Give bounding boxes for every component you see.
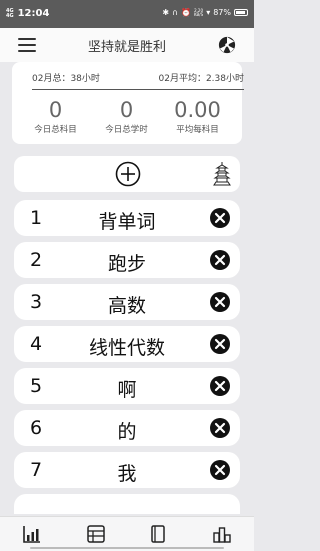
delete-x-icon[interactable] — [210, 376, 230, 396]
stat-today-hours: 0 今日总学时 — [89, 98, 164, 135]
headphones-icon: ∩ — [172, 8, 178, 17]
bottom-nav — [0, 516, 254, 551]
status-bar: 4G 4G 12:04 ✱ ∩ ⏰ 2.20 KB/S ▾ 87% — [0, 0, 254, 28]
delete-x-icon[interactable] — [210, 208, 230, 228]
clock: 12:04 — [17, 8, 50, 19]
delete-x-icon[interactable] — [210, 250, 230, 270]
subject-item[interactable]: 5 啊 — [14, 368, 240, 404]
subject-item[interactable]: 4 线性代数 — [14, 326, 240, 362]
pagoda-icon[interactable] — [212, 162, 232, 186]
subject-name: 高数 — [107, 295, 146, 317]
divider — [32, 89, 244, 90]
subject-item[interactable]: 3 高数 — [14, 284, 240, 320]
chart-bar-icon[interactable] — [22, 524, 42, 544]
stat-value: 0 — [119, 98, 134, 122]
subject-index: 5 — [30, 375, 43, 397]
stat-value: 0.00 — [174, 98, 221, 122]
stat-avg-per-subject: 0.00 平均每科目 — [160, 98, 235, 135]
page-title: 坚持就是胜利 — [87, 40, 166, 55]
network-speed: 2.20 KB/S — [193, 7, 204, 17]
stat-label: 平均每科目 — [176, 125, 219, 135]
add-toolbar — [14, 156, 240, 192]
ranking-icon[interactable] — [212, 524, 232, 544]
delete-x-icon[interactable] — [210, 418, 230, 438]
network-indicator: 4G 4G — [6, 7, 14, 19]
subject-index: 4 — [30, 333, 43, 355]
subject-item[interactable]: 1 背单词 — [14, 200, 240, 236]
battery-icon — [234, 9, 248, 16]
subject-name: 线性代数 — [88, 337, 165, 359]
table-icon[interactable] — [86, 524, 106, 544]
delete-x-icon[interactable] — [210, 334, 230, 354]
delete-x-icon[interactable] — [210, 460, 230, 480]
subject-item[interactable]: 2 跑步 — [14, 242, 240, 278]
subject-index: 6 — [30, 417, 43, 439]
battery-percent: 87% — [213, 8, 231, 17]
hamburger-menu-icon[interactable] — [18, 38, 36, 52]
wifi-icon: ▾ — [206, 8, 211, 17]
subject-index: 3 — [30, 291, 43, 313]
subject-name: 跑步 — [107, 253, 146, 275]
bluetooth-icon: ✱ — [162, 8, 170, 17]
subject-name: 我 — [117, 463, 137, 485]
subject-name: 的 — [117, 421, 137, 443]
subject-item[interactable]: 6 的 — [14, 410, 240, 446]
subject-item-partial[interactable] — [14, 494, 240, 514]
summary-card: 02月总：38小时 02月平均：2.38小时 0 今日总科目 0 今日总学时 0… — [12, 62, 245, 144]
subject-index: 1 — [30, 207, 43, 229]
subject-index: 7 — [30, 459, 43, 481]
alarm-icon: ⏰ — [180, 8, 191, 17]
app-bar: 坚持就是胜利 — [0, 28, 254, 62]
theme-palette-icon[interactable] — [218, 36, 236, 54]
subject-name: 背单词 — [98, 211, 156, 233]
plus-circle-icon[interactable] — [115, 161, 141, 187]
subject-item[interactable]: 7 我 — [14, 452, 240, 488]
gesture-bar — [30, 547, 224, 549]
stat-label: 今日总科目 — [34, 125, 77, 135]
month-total: 02月总：38小时 — [32, 74, 100, 84]
delete-x-icon[interactable] — [210, 292, 230, 312]
stat-today-subjects: 0 今日总科目 — [18, 98, 93, 135]
book-icon[interactable] — [148, 524, 168, 544]
stat-label: 今日总学时 — [105, 125, 148, 135]
stat-value: 0 — [48, 98, 63, 122]
subject-index: 2 — [30, 249, 43, 271]
month-average: 02月平均：2.38小时 — [158, 74, 245, 84]
subject-name: 啊 — [117, 379, 137, 401]
